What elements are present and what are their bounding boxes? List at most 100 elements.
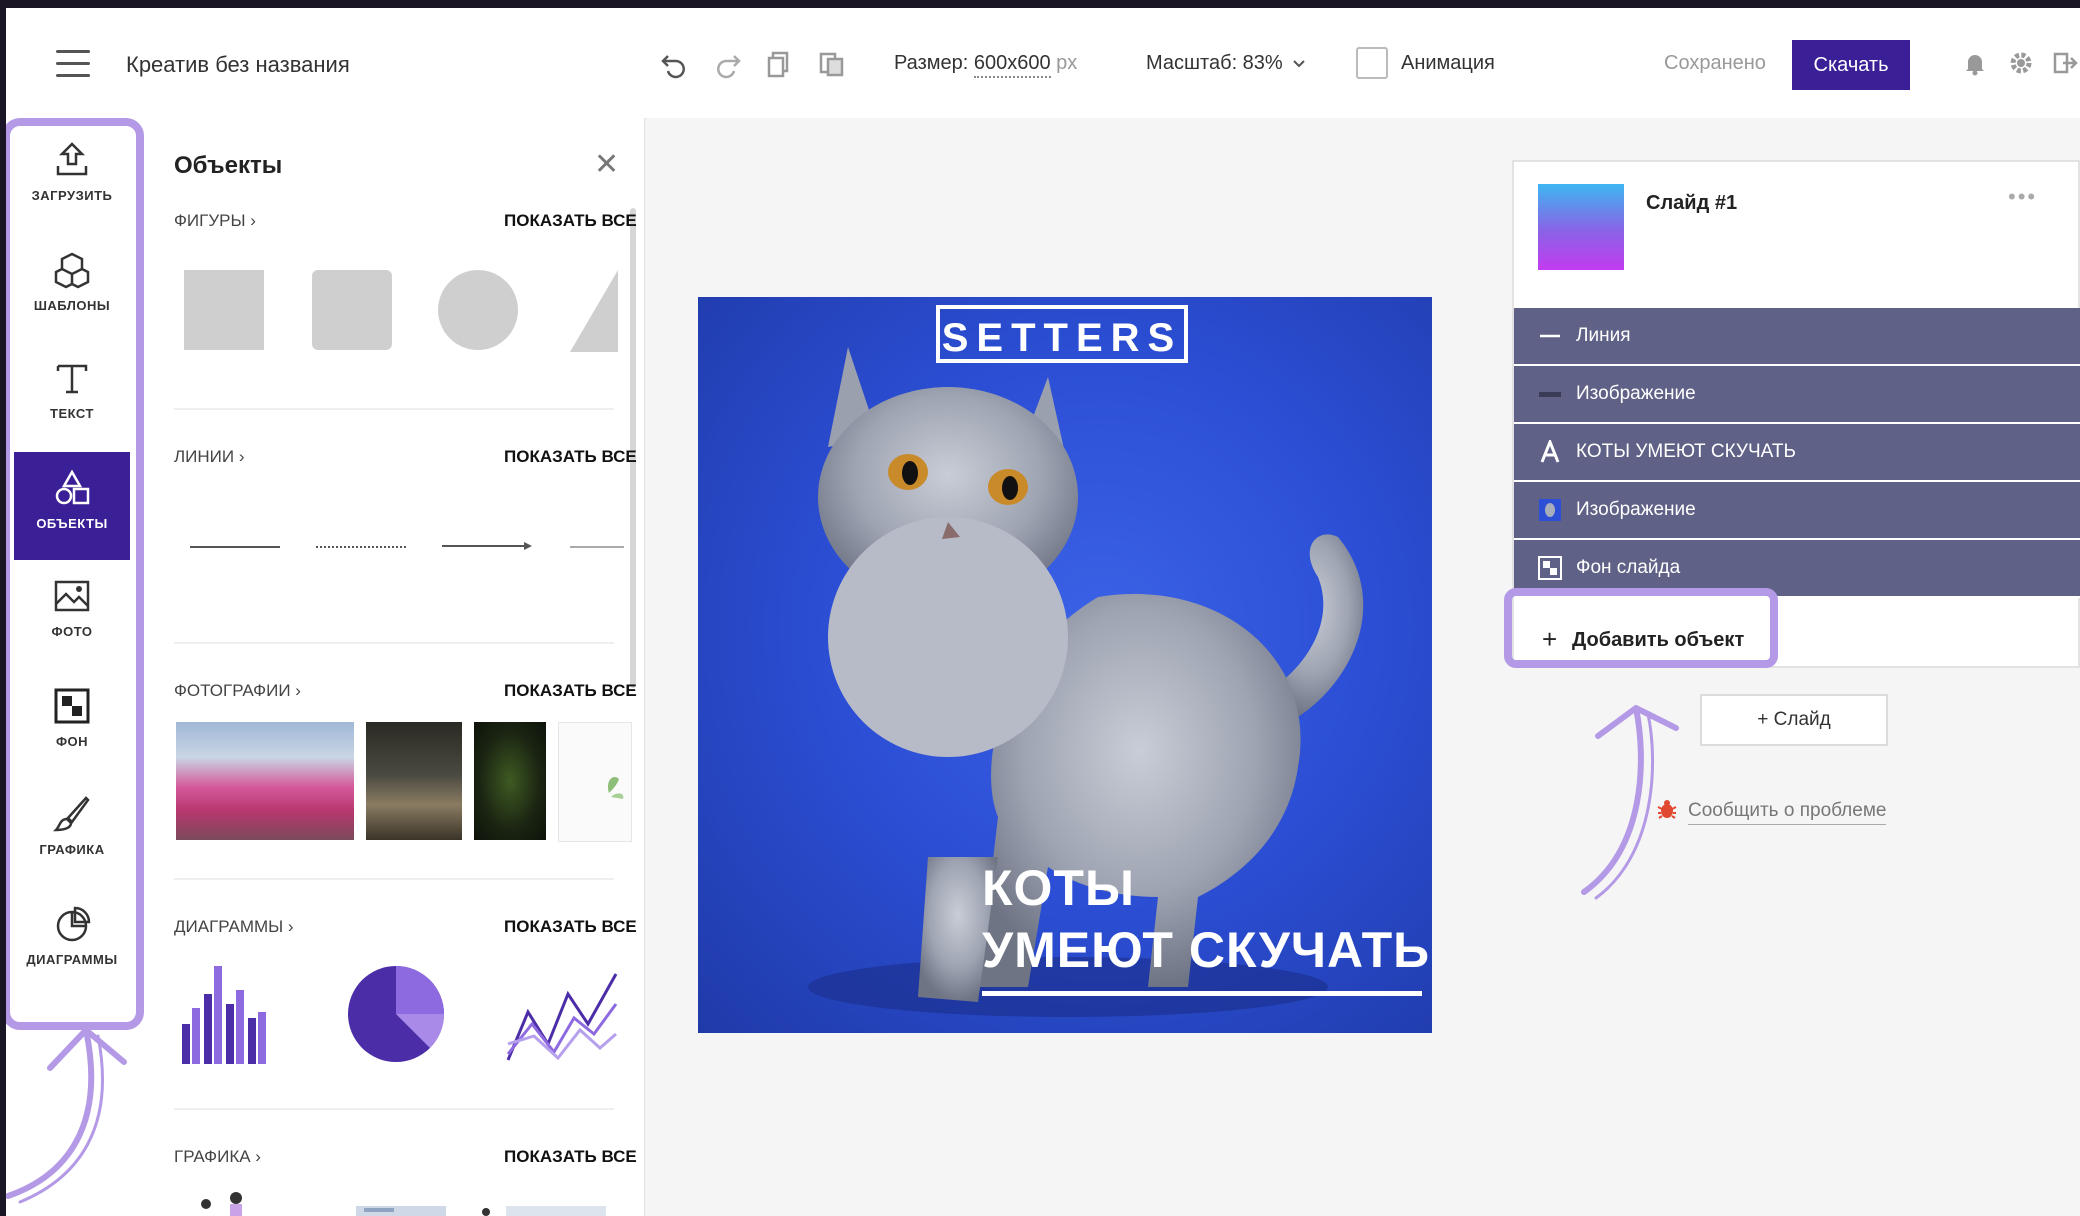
- photo-thumbnail[interactable]: [558, 722, 632, 842]
- slide-name[interactable]: Слайд #1: [1646, 192, 1737, 215]
- sidebar-item-label: ЗАГРУЗИТЬ: [31, 188, 113, 203]
- brand-logo-text[interactable]: SETTERS: [936, 305, 1188, 363]
- layer-label: Изображение: [1576, 499, 1696, 520]
- sidebar-item-charts[interactable]: ДИАГРАММЫ: [14, 888, 130, 996]
- undo-icon[interactable]: [658, 48, 690, 80]
- sidebar-item-photo[interactable]: ФОТО: [14, 560, 130, 668]
- editor-app: Креатив без названия Размер: 600x600 px …: [6, 8, 2080, 1216]
- circle-shape[interactable]: [438, 270, 518, 350]
- slide-thumbnail[interactable]: [1538, 184, 1624, 270]
- brush-icon: [52, 796, 90, 832]
- section-divider: [174, 408, 614, 410]
- size-unit: px: [1056, 52, 1078, 74]
- upload-icon: [56, 142, 88, 176]
- section-shapes[interactable]: ФИГУРЫ ›: [174, 211, 256, 231]
- templates-icon: [54, 252, 90, 289]
- menu-icon[interactable]: [56, 50, 90, 78]
- photo-thumbnail[interactable]: [366, 722, 462, 840]
- add-object-button[interactable]: + Добавить объект: [1532, 620, 1794, 662]
- design-canvas[interactable]: SETTERS КОТЫ УМЕЮТ СКУЧАТЬ: [698, 297, 1432, 1033]
- add-slide-button[interactable]: + Слайд: [1700, 694, 1888, 746]
- sidebar-item-text[interactable]: ТЕКСТ: [14, 342, 130, 450]
- download-button[interactable]: Скачать: [1792, 40, 1910, 90]
- layer-item[interactable]: Фон слайда: [1514, 540, 2080, 598]
- headline-line-2[interactable]: УМЕЮТ СКУЧАТЬ: [982, 921, 1430, 979]
- logout-icon[interactable]: [2052, 50, 2078, 76]
- triangle-shape[interactable]: [570, 270, 618, 352]
- sidebar-item-label: ТЕКСТ: [50, 406, 94, 421]
- bug-icon: [1657, 800, 1677, 819]
- photo-thumbnail[interactable]: [474, 722, 546, 840]
- thin-line[interactable]: [570, 546, 624, 548]
- photo-thumbnail[interactable]: [176, 722, 354, 840]
- text-a-icon: [1540, 440, 1560, 463]
- photo-icon: [54, 580, 90, 612]
- sidebar-item-background[interactable]: ФОН: [14, 670, 130, 778]
- section-divider: [174, 878, 614, 880]
- section-photos[interactable]: ФОТОГРАФИИ ›: [174, 681, 301, 701]
- sidebar-item-label: ОБЪЕКТЫ: [36, 516, 108, 531]
- sidebar-item-label: ГРАФИКА: [39, 842, 105, 857]
- layer-item[interactable]: КОТЫ УМЕЮТ СКУЧАТЬ: [1514, 424, 2080, 482]
- pie-chart-thumbnail[interactable]: [346, 964, 446, 1064]
- layer-label: Линия: [1576, 325, 1631, 346]
- add-object-label: Добавить объект: [1572, 629, 1745, 651]
- slides-panel: Слайд #1 ••• Линия Изображение КОТЫ УМЕЮ…: [1512, 160, 2080, 668]
- show-all-graphics[interactable]: ПОКАЗАТЬ ВСЕ: [504, 1147, 637, 1167]
- sidebar-item-label: ФОН: [55, 734, 89, 749]
- plus-icon: +: [1542, 624, 1558, 654]
- animation-checkbox[interactable]: [1356, 47, 1388, 79]
- show-all-photos[interactable]: ПОКАЗАТЬ ВСЕ: [504, 681, 637, 701]
- chart-icon: [56, 906, 91, 942]
- size-label: Размер:: [894, 52, 969, 74]
- copy-icon[interactable]: [764, 48, 796, 80]
- plant-image-icon: [607, 776, 624, 799]
- line-chart-thumbnail[interactable]: [504, 964, 620, 1064]
- sidebar-item-graphics[interactable]: ГРАФИКА: [14, 778, 130, 886]
- more-icon[interactable]: •••: [2008, 184, 2037, 210]
- bell-icon[interactable]: [1962, 50, 1988, 76]
- headline-line-1[interactable]: КОТЫ: [982, 859, 1135, 917]
- graphics-thumbnails[interactable]: [186, 1188, 626, 1216]
- report-problem-link[interactable]: Сообщить о проблеме: [1688, 800, 1887, 825]
- sidebar-item-objects[interactable]: ОБЪЕКТЫ: [14, 452, 130, 560]
- redo-icon[interactable]: [712, 48, 744, 80]
- sidebar-item-label: ДИАГРАММЫ: [26, 952, 118, 967]
- sidebar-item-label: ШАБЛОНЫ: [33, 298, 111, 313]
- document-title[interactable]: Креатив без названия: [126, 52, 350, 78]
- layer-item[interactable]: Линия: [1514, 308, 2080, 366]
- rounded-square-shape[interactable]: [312, 270, 392, 350]
- objects-icon: [55, 469, 90, 505]
- animation-label: Анимация: [1401, 52, 1495, 74]
- zoom-label: Масштаб: 83%: [1146, 52, 1283, 74]
- zoom-dropdown[interactable]: Масштаб: 83%: [1146, 52, 1306, 75]
- layer-item[interactable]: Изображение: [1514, 482, 2080, 540]
- section-lines[interactable]: ЛИНИИ ›: [174, 447, 244, 467]
- show-all-lines[interactable]: ПОКАЗАТЬ ВСЕ: [504, 447, 637, 467]
- size-value[interactable]: 600x600: [973, 52, 1051, 78]
- paste-icon[interactable]: [816, 48, 848, 80]
- text-icon: [56, 364, 88, 394]
- gear-icon[interactable]: [2008, 50, 2034, 76]
- section-graphics[interactable]: ГРАФИКА ›: [174, 1147, 261, 1167]
- solid-line[interactable]: [190, 546, 280, 548]
- square-shape[interactable]: [184, 270, 264, 350]
- show-all-shapes[interactable]: ПОКАЗАТЬ ВСЕ: [504, 211, 637, 231]
- section-charts[interactable]: ДИАГРАММЫ ›: [174, 917, 294, 937]
- panel-title: Объекты: [174, 152, 283, 179]
- show-all-charts[interactable]: ПОКАЗАТЬ ВСЕ: [504, 917, 637, 937]
- bar-chart-thumbnail[interactable]: [180, 964, 270, 1064]
- dotted-line[interactable]: [316, 546, 406, 548]
- arrow-line[interactable]: [442, 538, 534, 554]
- save-status: Сохранено: [1664, 52, 1766, 74]
- image-line-icon: [1539, 392, 1561, 397]
- headline-underline[interactable]: [982, 991, 1422, 996]
- sidebar-item-templates[interactable]: ШАБЛОНЫ: [14, 234, 130, 342]
- sidebar-item-upload[interactable]: ЗАГРУЗИТЬ: [14, 124, 130, 232]
- close-icon[interactable]: ✕: [594, 150, 619, 180]
- line-icon: [1540, 334, 1560, 338]
- layer-label: КОТЫ УМЕЮТ СКУЧАТЬ: [1576, 441, 1796, 462]
- canvas-size[interactable]: Размер: 600x600 px: [894, 52, 1078, 78]
- layer-item[interactable]: Изображение: [1514, 366, 2080, 424]
- top-toolbar: Креатив без названия Размер: 600x600 px …: [6, 8, 2080, 119]
